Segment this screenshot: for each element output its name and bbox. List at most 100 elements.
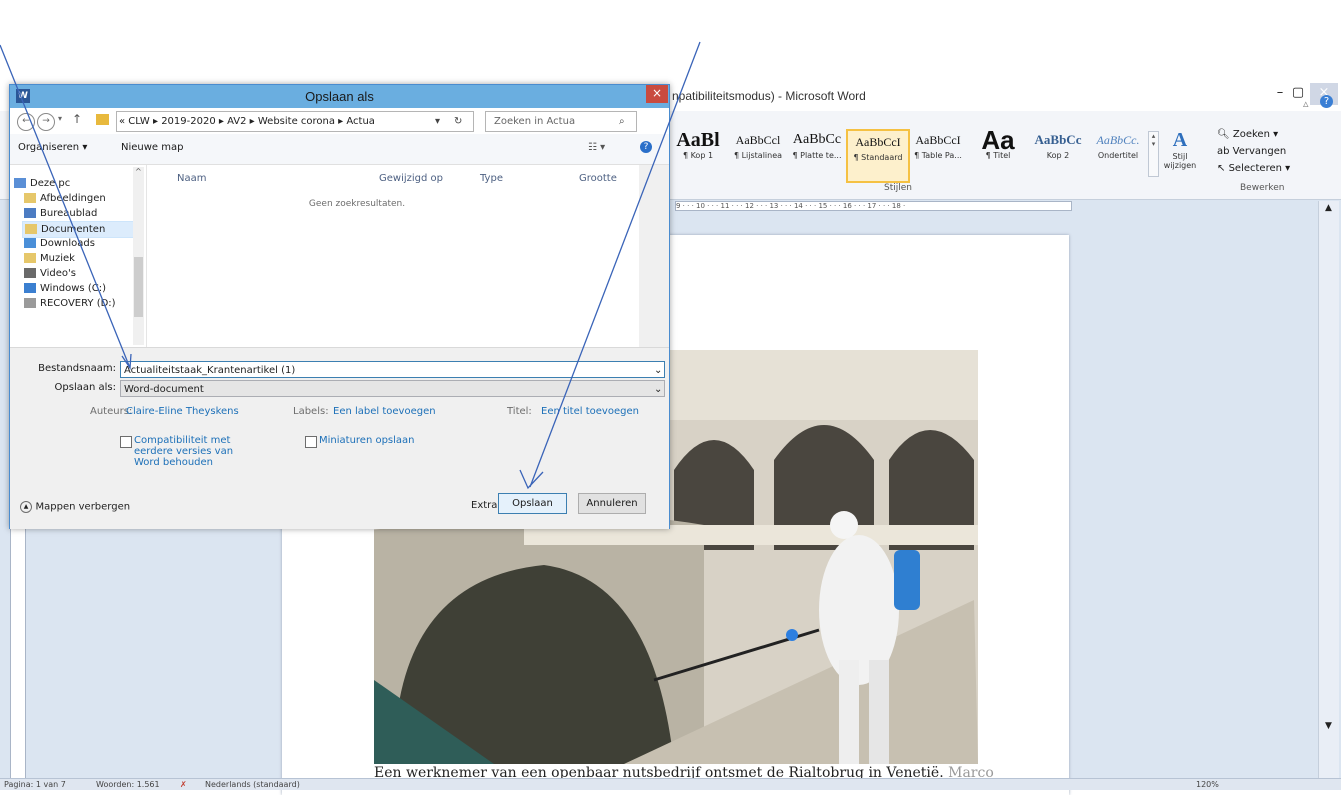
style-platte-tekst[interactable]: AaBbCc ¶ Platte te... (787, 129, 847, 179)
nav-item-music[interactable]: Muziek (24, 251, 75, 266)
editing-group-label: Bewerken (1240, 183, 1285, 193)
help-icon[interactable]: ? (1320, 95, 1333, 108)
nav-scrollbar[interactable]: ^ (133, 167, 144, 345)
search-icon: ⌕ (619, 116, 625, 127)
authors-value[interactable]: Claire-Eline Theyskens (126, 406, 239, 417)
nav-item-videos[interactable]: Video's (24, 266, 76, 281)
style-kop2[interactable]: AaBbCc Kop 2 (1028, 129, 1088, 179)
zoom-level[interactable]: 120% (1196, 779, 1219, 790)
language[interactable]: Nederlands (standaard) (205, 779, 300, 790)
vertical-ruler[interactable] (10, 523, 26, 785)
style-lijstalinea[interactable]: AaBbCcl ¶ Lijstalinea (728, 129, 788, 179)
style-ondertitel[interactable]: AaBbCc. Ondertitel (1088, 129, 1148, 179)
nav-scroll-thumb[interactable] (134, 257, 143, 317)
search-input[interactable]: Zoeken in Actua ⌕ (485, 111, 637, 132)
change-styles-button[interactable]: A Stijl wijzigen (1163, 129, 1197, 170)
address-dropdown-icon[interactable]: ▾ (435, 112, 440, 131)
forward-icon[interactable]: → (37, 113, 55, 131)
style-kop1[interactable]: AaBl ¶ Kop 1 (668, 129, 728, 179)
styles-scroll-icon[interactable]: ▴ ▾ (1148, 131, 1159, 177)
style-label: Kop 2 (1046, 151, 1070, 160)
proofing-error-icon[interactable]: ✗ (180, 779, 187, 790)
dialog-close-button[interactable]: × (646, 85, 668, 103)
file-type-label: Opslaan als: (54, 382, 116, 393)
nav-item-windows-drive[interactable]: Windows (C:) (24, 281, 106, 296)
ribbon-collapse-icon[interactable]: ▵ (1303, 97, 1309, 110)
style-label: Ondertitel (1097, 151, 1139, 160)
style-standaard[interactable]: AaBbCcI ¶ Standaard (846, 129, 910, 183)
breadcrumb[interactable]: « CLW ▸ 2019-2020 ▸ AV2 ▸ Website corona… (117, 116, 375, 127)
computer-icon (14, 178, 26, 188)
column-type[interactable]: Type (480, 173, 503, 184)
column-name[interactable]: Naam (177, 173, 206, 184)
scroll-down-icon[interactable]: ▼ (1325, 721, 1332, 731)
videos-folder-icon (24, 268, 36, 278)
compatibility-label[interactable]: Compatibiliteit met eerdere versies van … (134, 435, 233, 468)
filename-dropdown-icon[interactable]: ⌄ (654, 362, 662, 379)
new-folder-button[interactable]: Nieuwe map (121, 142, 183, 153)
page-count[interactable]: Pagina: 1 van 7 (4, 779, 66, 790)
address-bar[interactable]: « CLW ▸ 2019-2020 ▸ AV2 ▸ Website corona… (116, 111, 474, 132)
nav-item-pictures[interactable]: Afbeeldingen (24, 191, 106, 206)
scroll-up-icon[interactable]: ▲ (1325, 203, 1332, 213)
vertical-scrollbar[interactable]: ▲ ▼ (1318, 201, 1339, 781)
music-folder-icon (24, 253, 36, 263)
thumbnails-label[interactable]: Miniaturen opslaan (319, 435, 415, 446)
column-modified[interactable]: Gewijzigd op (379, 173, 443, 184)
find-button[interactable]: 🔍︎ Zoeken ▾ (1217, 129, 1278, 140)
add-title-link[interactable]: Een titel toevoegen (541, 406, 639, 417)
dialog-titlebar[interactable]: W Opslaan als × (10, 85, 669, 108)
navigation-pane: Deze pc Afbeeldingen Bureaublad Document… (10, 165, 147, 347)
chevron-up-icon: ▲ (20, 501, 32, 513)
nav-item-this-pc[interactable]: Deze pc (14, 176, 70, 191)
nav-item-desktop[interactable]: Bureaublad (24, 206, 97, 221)
file-type-select[interactable]: Word-document ⌄ (120, 380, 665, 397)
word-window-title: npatibiliteitsmodus) - Microsoft Word (672, 89, 866, 103)
nav-item-recovery-drive[interactable]: RECOVERY (D:) (24, 296, 116, 311)
select-button[interactable]: ↖ Selecteren ▾ (1217, 163, 1290, 174)
file-type-dropdown-icon[interactable]: ⌄ (654, 381, 662, 398)
style-preview: AaBbCcl (735, 133, 781, 147)
compatibility-checkbox[interactable] (120, 436, 132, 448)
style-preview: AaBbCcI (855, 135, 901, 149)
horizontal-ruler[interactable]: 9 · · · 10 · · · 11 · · · 12 · · · 13 · … (675, 201, 1072, 211)
cursor-icon: ↖ (1217, 163, 1229, 174)
search-placeholder: Zoeken in Actua (494, 116, 576, 127)
hide-folders-toggle[interactable]: ▲ Mappen verbergen (20, 500, 130, 513)
tags-label: Labels: (293, 406, 329, 417)
dialog-help-icon[interactable]: ? (640, 141, 652, 153)
title-label: Titel: (507, 406, 532, 417)
address-row: ← → ▾ ↑ « CLW ▸ 2019-2020 ▸ AV2 ▸ Websit… (10, 108, 669, 134)
nav-item-downloads[interactable]: Downloads (24, 236, 95, 251)
thumbnails-checkbox[interactable] (305, 436, 317, 448)
downloads-folder-icon (24, 238, 36, 248)
view-options-icon[interactable]: ☷ ▾ (588, 142, 605, 153)
file-type-value: Word-document (124, 384, 204, 395)
word-count[interactable]: Woorden: 1.561 (96, 779, 160, 790)
cancel-button[interactable]: Annuleren (578, 493, 646, 514)
nav-scroll-up-icon[interactable]: ^ (135, 167, 142, 176)
change-styles-label: Stijl wijzigen (1163, 152, 1197, 170)
refresh-icon[interactable]: ↻ (454, 112, 462, 131)
style-table-paragraph[interactable]: AaBbCcI ¶ Table Pa... (908, 129, 968, 179)
status-bar: Pagina: 1 van 7 Woorden: 1.561 ✗ Nederla… (0, 778, 1341, 790)
replace-button[interactable]: ab Vervangen (1217, 146, 1286, 157)
empty-message: Geen zoekresultaten. (308, 199, 406, 209)
style-preview: Aa (981, 129, 1015, 151)
filename-value: Actualiteitstaak_Krantenartikel (1) (124, 365, 296, 376)
styles-group-label: Stijlen (884, 183, 912, 193)
desktop-folder-icon (24, 208, 36, 218)
dialog-toolbar: Organiseren ▾ Nieuwe map ☷ ▾ ? (10, 134, 669, 165)
up-arrow-icon[interactable]: ↑ (72, 112, 82, 126)
recent-locations-icon[interactable]: ▾ (58, 114, 62, 123)
file-list[interactable]: Naam Gewijzigd op Type Grootte Geen zoek… (147, 165, 639, 347)
filename-label: Bestandsnaam: (38, 363, 116, 374)
column-size[interactable]: Grootte (579, 173, 617, 184)
back-icon[interactable]: ← (17, 113, 35, 131)
style-titel[interactable]: Aa ¶ Titel (968, 129, 1028, 179)
drive-icon (24, 298, 36, 308)
add-tag-link[interactable]: Een label toevoegen (333, 406, 436, 417)
filename-input[interactable]: Actualiteitstaak_Krantenartikel (1) ⌄ (120, 361, 665, 378)
save-button[interactable]: Opslaan (498, 493, 567, 514)
organize-button[interactable]: Organiseren ▾ (18, 142, 87, 153)
